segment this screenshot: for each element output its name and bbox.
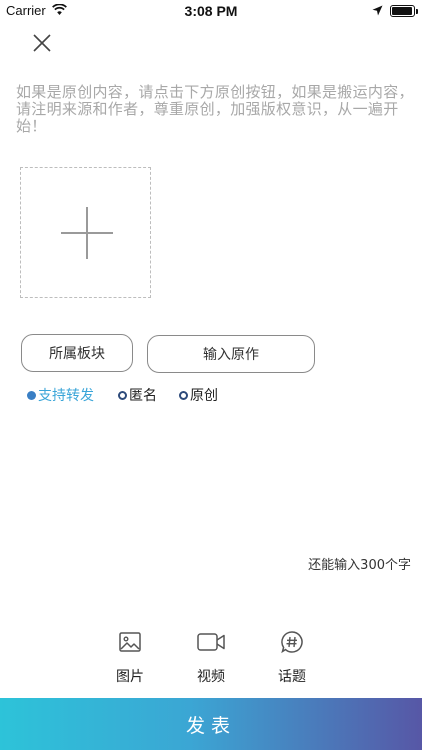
status-bar: Carrier 3:08 PM bbox=[0, 0, 422, 22]
battery-fill bbox=[392, 7, 412, 15]
option-original[interactable]: 原创 bbox=[179, 385, 218, 405]
option-label: 支持转发 bbox=[38, 388, 94, 404]
toolbar-label-topic: 话题 bbox=[278, 669, 306, 685]
radio-unselected-icon bbox=[179, 390, 188, 400]
battery-icon bbox=[390, 5, 418, 17]
picture-icon bbox=[119, 632, 141, 652]
status-time: 3:08 PM bbox=[184, 3, 238, 19]
toolbar-label-video: 视频 bbox=[197, 669, 225, 685]
add-topic-button[interactable]: 话题 bbox=[262, 630, 322, 686]
char-counter: 还能输入300个字 bbox=[308, 558, 411, 573]
option-label: 原创 bbox=[190, 388, 218, 404]
option-allow-forward[interactable]: 支持转发 bbox=[27, 385, 94, 405]
hashtag-bubble-icon bbox=[281, 631, 303, 654]
publish-button[interactable]: 发表 bbox=[0, 698, 422, 750]
plus-icon-vertical bbox=[86, 207, 88, 259]
close-button[interactable] bbox=[30, 31, 54, 55]
option-anonymous[interactable]: 匿名 bbox=[118, 385, 157, 405]
video-camera-icon bbox=[197, 633, 225, 651]
toolbar-label-picture: 图片 bbox=[116, 669, 144, 685]
add-video-button[interactable]: 视频 bbox=[181, 630, 241, 686]
original-author-input[interactable]: 输入原作 bbox=[147, 335, 315, 373]
add-picture-button[interactable]: 图片 bbox=[100, 630, 160, 686]
content-placeholder[interactable]: 如果是原创内容，请点击下方原创按钮，如果是搬运内容，请注明来源和作者，尊重原创，… bbox=[16, 84, 416, 135]
location-arrow-icon bbox=[372, 5, 383, 16]
option-label: 匿名 bbox=[129, 388, 157, 404]
radio-unselected-icon bbox=[118, 390, 127, 400]
radio-selected-icon bbox=[27, 390, 36, 400]
board-select-button[interactable]: 所属板块 bbox=[21, 334, 133, 372]
add-image-button[interactable] bbox=[20, 167, 151, 298]
close-icon bbox=[33, 34, 51, 52]
